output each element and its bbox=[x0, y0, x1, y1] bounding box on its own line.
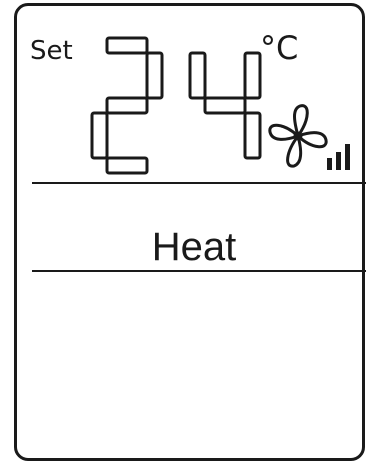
fan-speed-indicator bbox=[327, 144, 350, 170]
fan-icon bbox=[268, 104, 328, 168]
temperature-unit: °C bbox=[260, 29, 299, 67]
set-label: Set bbox=[30, 36, 73, 66]
divider-top bbox=[32, 182, 366, 184]
divider-bottom bbox=[32, 270, 366, 272]
fan-speed-bar bbox=[327, 158, 332, 170]
fan-speed-bar bbox=[345, 144, 350, 170]
mode-label: Heat bbox=[151, 225, 237, 269]
fan-speed-bar bbox=[336, 152, 341, 170]
